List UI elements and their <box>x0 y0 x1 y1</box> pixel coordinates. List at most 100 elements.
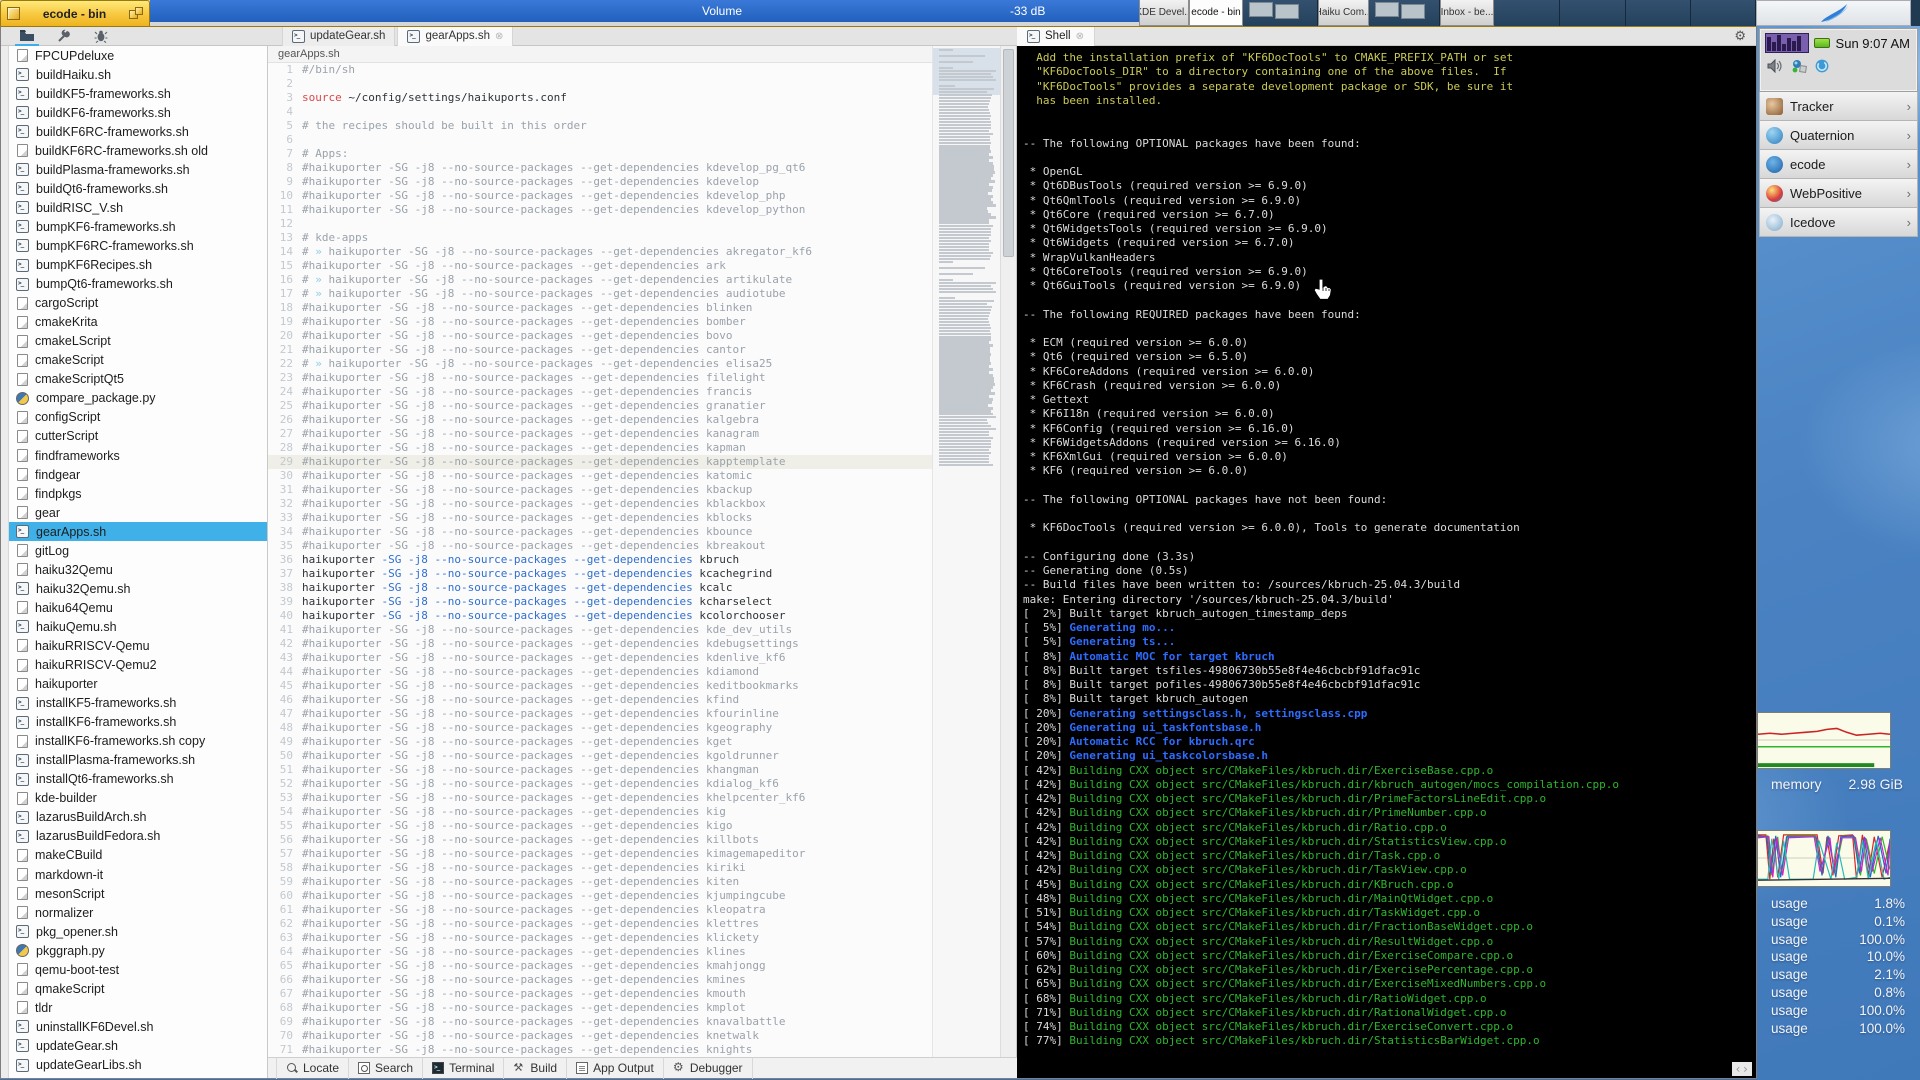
taskbar-empty-slot[interactable] <box>1691 0 1756 26</box>
file-tree-item[interactable]: buildKF6-frameworks.sh <box>9 103 267 122</box>
file-tree-item[interactable]: pkg_opener.sh <box>9 922 267 941</box>
file-tree-item[interactable]: cmakeScriptQt5 <box>9 370 267 389</box>
file-tree-item[interactable]: mesonScript <box>9 884 267 903</box>
file-tree-item[interactable]: uninstallKF6Devel.sh <box>9 1017 267 1036</box>
file-tree-item[interactable]: pkggraph.py <box>9 941 267 960</box>
terminal-pane[interactable]: Add the installation prefix of "KF6DocTo… <box>1017 46 1756 1078</box>
file-tree-item[interactable]: installQt6-frameworks.sh <box>9 770 267 789</box>
file-tree-item[interactable]: gitLog <box>9 541 267 560</box>
haiku-leaf-icon[interactable] <box>1756 0 1911 26</box>
file-tree-item[interactable]: buildKF6RC-frameworks.sh old <box>9 141 267 160</box>
file-tree-item[interactable]: findgear <box>9 465 267 484</box>
panel-button-build[interactable]: Build <box>504 1058 567 1079</box>
file-tree-item[interactable]: haiku32Qemu <box>9 560 267 579</box>
file-tree-item[interactable]: cmakeKrita <box>9 313 267 332</box>
taskbar-window-tab[interactable]: ecode - bin <box>1189 0 1243 26</box>
file-tree-item[interactable]: kde-builder <box>9 789 267 808</box>
window-zoom-button[interactable] <box>129 7 143 20</box>
deskbar-app-tracker[interactable]: Tracker› <box>1759 92 1918 121</box>
file-tree-item[interactable]: updateGear.sh <box>9 1036 267 1055</box>
file-tree-item[interactable]: lazarusBuildArch.sh <box>9 808 267 827</box>
file-tree-item[interactable]: installKF5-frameworks.sh <box>9 694 267 713</box>
terminal-settings-gear-icon[interactable]: ⚙ <box>1734 28 1746 44</box>
panel-button-search[interactable]: Search <box>349 1058 423 1079</box>
file-tree-item[interactable]: findpkgs <box>9 484 267 503</box>
editor-scrollbar[interactable] <box>1000 46 1017 1057</box>
desktop-area[interactable]: Sun 9:07 AM Tracker›Quaternion›ecode›Web… <box>1757 26 1920 1080</box>
editor-scrollbar-thumb[interactable] <box>1003 49 1014 257</box>
file-tree-item[interactable]: buildKF6RC-frameworks.sh <box>9 122 267 141</box>
editor-tab-updateGear.sh[interactable]: updateGear.sh <box>282 27 395 46</box>
file-tree-item[interactable]: gear <box>9 503 267 522</box>
taskbar-window-thumbnails[interactable] <box>1243 0 1318 26</box>
code-editor[interactable]: gearApps.sh 1#/bin/sh23source ~/config/s… <box>268 46 932 1057</box>
file-tree-item[interactable]: haikuRRISCV-Qemu <box>9 636 267 655</box>
deskbar-app-quaternion[interactable]: Quaternion› <box>1759 121 1918 150</box>
terminal-resize-glyphs[interactable]: ‹› <box>1732 1062 1752 1076</box>
file-tree-item[interactable]: haikuporter <box>9 675 267 694</box>
tools-wrench-icon[interactable] <box>53 27 76 46</box>
debug-bug-icon[interactable] <box>90 27 112 46</box>
taskbar-window-thumbnails[interactable] <box>1369 0 1440 26</box>
file-tree-item[interactable]: buildPlasma-frameworks.sh <box>9 160 267 179</box>
volume-window-bar[interactable]: Volume -33 dB <box>150 0 1139 22</box>
taskbar-window-tab[interactable]: KDE Devel... <box>1139 0 1189 26</box>
file-tree-item[interactable]: compare_package.py <box>9 389 267 408</box>
files-panel-tab[interactable] <box>15 27 39 46</box>
file-tree-item[interactable]: qmakeScript <box>9 979 267 998</box>
file-tree-item[interactable]: buildKF5-frameworks.sh <box>9 84 267 103</box>
file-tree-scrollbar[interactable] <box>1 46 9 1078</box>
file-tree-item[interactable]: bumpKF6-frameworks.sh <box>9 217 267 236</box>
panel-button-app-output[interactable]: App Output <box>567 1058 664 1079</box>
file-tree-item[interactable]: cargoScript <box>9 294 267 313</box>
file-tree-item[interactable]: configScript <box>9 408 267 427</box>
shell-tab[interactable]: Shell ⊗ <box>1017 27 1095 46</box>
deskbar-app-webpositive[interactable]: WebPositive› <box>1759 179 1918 208</box>
taskbar-empty-slot[interactable] <box>1626 0 1691 26</box>
file-tree-item[interactable]: bumpQt6-frameworks.sh <box>9 275 267 294</box>
file-tree-item[interactable]: installPlasma-frameworks.sh <box>9 751 267 770</box>
taskbar-empty-slot[interactable] <box>1494 0 1560 26</box>
file-tree-item[interactable]: qemu-boot-test <box>9 960 267 979</box>
speaker-icon[interactable] <box>1767 59 1783 78</box>
file-tree-item[interactable]: haiku32Qemu.sh <box>9 579 267 598</box>
tab-close-icon[interactable]: ⊗ <box>495 31 503 42</box>
file-tree-item[interactable]: cutterScript <box>9 427 267 446</box>
file-tree-item[interactable]: lazarusBuildFedora.sh <box>9 827 267 846</box>
file-tree-item[interactable]: normalizer <box>9 903 267 922</box>
file-tree-item[interactable]: bumpKF6Recipes.sh <box>9 256 267 275</box>
file-tree-item[interactable]: installKF6-frameworks.sh copy <box>9 732 267 751</box>
file-tree-item[interactable]: updateGearLibs.sh <box>9 1055 267 1074</box>
deskbar-app-ecode[interactable]: ecode› <box>1759 150 1918 179</box>
file-tree-item[interactable]: findframeworks <box>9 446 267 465</box>
file-tree-item[interactable]: haikuRRISCV-Qemu2 <box>9 656 267 675</box>
chat-icon[interactable] <box>1815 59 1830 78</box>
file-tree-item[interactable]: haikuQemu.sh <box>9 617 267 636</box>
window-title-tab[interactable]: ecode - bin <box>0 0 150 26</box>
file-tree-item[interactable]: cmakeScript <box>9 351 267 370</box>
editor-tab-gearApps.sh[interactable]: gearApps.sh⊗ <box>397 27 513 46</box>
file-tree-item[interactable]: buildHaiku.sh <box>9 65 267 84</box>
panel-button-terminal[interactable]: Terminal <box>423 1058 504 1079</box>
file-tree-item[interactable]: cmakeLScript <box>9 332 267 351</box>
file-tree-item[interactable]: haiku64Qemu <box>9 598 267 617</box>
file-tree-item[interactable]: installKF6-frameworks.sh <box>9 713 267 732</box>
file-tree-item[interactable]: buildQt6-frameworks.sh <box>9 179 267 198</box>
minimap[interactable] <box>932 46 1000 1057</box>
taskbar-window-tab[interactable]: Haiku Com... <box>1318 0 1369 26</box>
file-tree-item[interactable]: bumpKF6RC-frameworks.sh <box>9 236 267 255</box>
file-tree-item[interactable]: gearApps.sh <box>9 522 267 541</box>
clock[interactable]: Sun 9:07 AM <box>1835 36 1912 51</box>
panel-button-locate[interactable]: Locate <box>276 1058 349 1079</box>
taskbar-window-tab[interactable]: Inbox - be... <box>1440 0 1494 26</box>
shell-tab-close-icon[interactable]: ⊗ <box>1076 31 1084 42</box>
deskbar-app-icedove[interactable]: Icedove› <box>1759 208 1918 237</box>
taskbar-empty-slot[interactable] <box>1560 0 1626 26</box>
file-tree-item[interactable]: buildRISC_V.sh <box>9 198 267 217</box>
file-tree-item[interactable]: makeCBuild <box>9 846 267 865</box>
network-icon[interactable] <box>1791 59 1807 78</box>
window-close-button[interactable] <box>7 7 20 20</box>
panel-button-debugger[interactable]: Debugger <box>664 1058 753 1079</box>
code-area[interactable]: 1#/bin/sh23source ~/config/settings/haik… <box>268 63 932 1057</box>
file-tree-item[interactable]: tldr <box>9 998 267 1017</box>
